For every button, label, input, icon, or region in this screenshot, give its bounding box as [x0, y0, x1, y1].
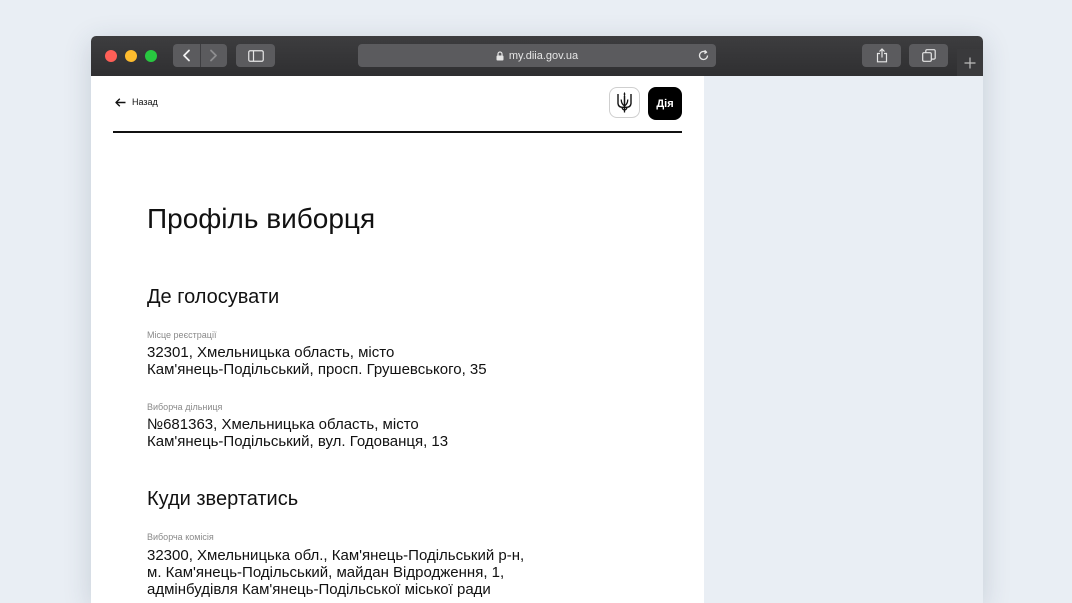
- show-tabs-button[interactable]: [909, 44, 948, 67]
- navigation-buttons: [173, 44, 227, 67]
- polling-station-address: №681363, Хмельницька область, місто Кам'…: [147, 416, 617, 450]
- back-link[interactable]: Назад: [115, 97, 158, 107]
- close-window-button[interactable]: [105, 50, 117, 62]
- browser-window: my.diia.gov.ua Назад Дія Профіль виборця…: [91, 36, 983, 603]
- registration-address: 32301, Хмельницька область, місто Кам'ян…: [147, 344, 617, 378]
- share-button[interactable]: [862, 44, 901, 67]
- commission-address: 32300, Хмельницька обл., Кам'янець-Поділ…: [147, 547, 617, 598]
- polling-station-label: Виборча дільниця: [147, 402, 223, 412]
- back-label: Назад: [132, 97, 158, 107]
- registration-label: Місце реєстрації: [147, 330, 217, 340]
- desktop-background: my.diia.gov.ua Назад Дія Профіль виборця…: [0, 0, 1072, 603]
- share-icon: [876, 48, 887, 63]
- commission-label: Виборча комісія: [147, 532, 214, 542]
- browser-viewport: Назад Дія Профіль виборця Де голосувати …: [91, 76, 983, 603]
- chevron-left-icon: [182, 49, 190, 62]
- registration-address-line: 32301, Хмельницька область, місто: [147, 344, 395, 361]
- address-bar[interactable]: my.diia.gov.ua: [358, 44, 716, 67]
- polling-station-address-line: Кам'янець-Подільський, вул. Годованця, 1…: [147, 433, 449, 450]
- commission-address-line: 32300, Хмельницька обл., Кам'янець-Поділ…: [147, 547, 525, 564]
- tabs-icon: [921, 49, 936, 62]
- coat-of-arms-badge: [609, 87, 640, 118]
- lock-icon: [496, 50, 504, 60]
- page-title: Профіль виборця: [147, 203, 376, 234]
- minimize-window-button[interactable]: [125, 50, 137, 62]
- chevron-right-icon: [210, 49, 218, 62]
- browser-toolbar: my.diia.gov.ua: [91, 36, 983, 76]
- header-divider: [113, 131, 682, 133]
- forward-nav-button[interactable]: [199, 44, 228, 67]
- registration-address-line: Кам'янець-Подільський, просп. Грушевсько…: [147, 361, 487, 378]
- diia-logo[interactable]: Дія: [648, 87, 682, 120]
- sidebar-icon: [247, 49, 264, 62]
- url-display: my.diia.gov.ua: [358, 44, 716, 67]
- voter-profile-page: Назад Дія Профіль виборця Де голосувати …: [91, 76, 704, 603]
- trident-icon: [617, 92, 632, 113]
- where-to-apply-title: Куди звертатись: [147, 488, 299, 510]
- commission-address-line: адмінбудівля Кам'янець-Подільської міськ…: [147, 581, 491, 598]
- where-to-vote-title: Де голосувати: [147, 286, 280, 308]
- sidebar-toggle-button[interactable]: [236, 44, 275, 67]
- plus-icon: [964, 57, 976, 68]
- polling-station-address-line: №681363, Хмельницька область, місто: [147, 416, 419, 433]
- back-nav-button[interactable]: [173, 44, 200, 67]
- new-tab-button[interactable]: [957, 49, 983, 76]
- zoom-window-button[interactable]: [145, 50, 157, 62]
- arrow-left-icon: [115, 97, 126, 107]
- url-text: my.diia.gov.ua: [508, 49, 579, 62]
- commission-address-line: м. Кам'янець-Подільський, майдан Відродж…: [147, 564, 505, 581]
- reload-icon[interactable]: [697, 49, 710, 62]
